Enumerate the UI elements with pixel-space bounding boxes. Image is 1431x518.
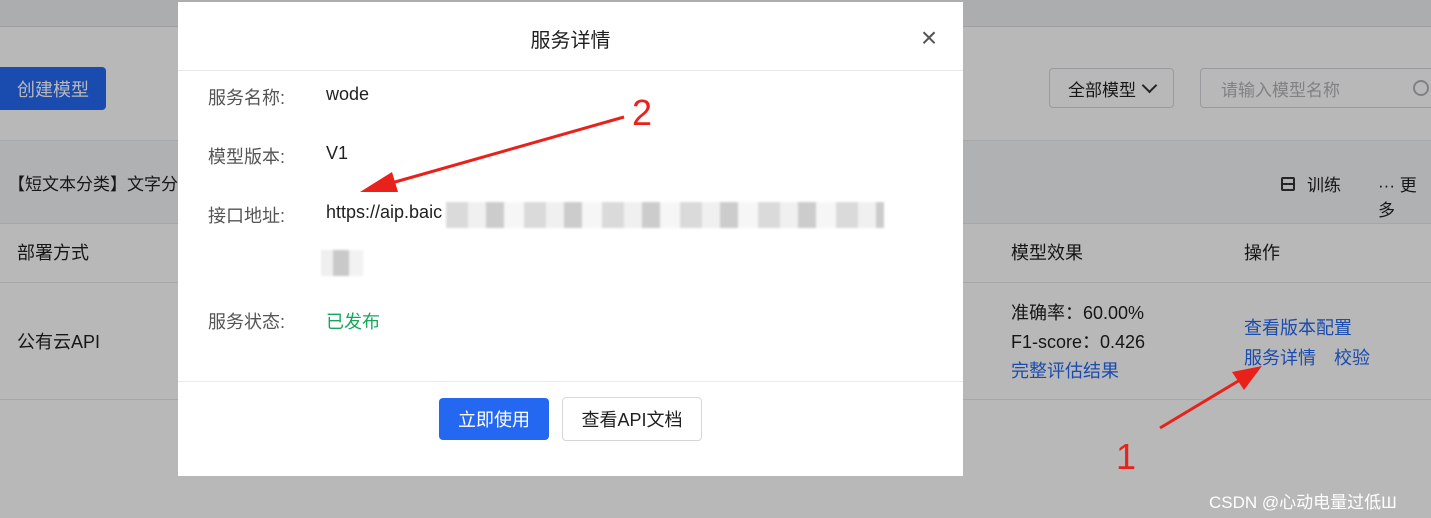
annotation-arrows: [360, 115, 1262, 430]
arrow-to-service-detail: [1159, 366, 1262, 430]
annotation-marker-2: 2: [632, 92, 653, 133]
arrow-to-endpoint: [360, 115, 625, 192]
annotation-marker-1: 1: [1116, 436, 1137, 477]
csdn-watermark: CSDN @心动电量过低Ш: [1209, 493, 1397, 512]
